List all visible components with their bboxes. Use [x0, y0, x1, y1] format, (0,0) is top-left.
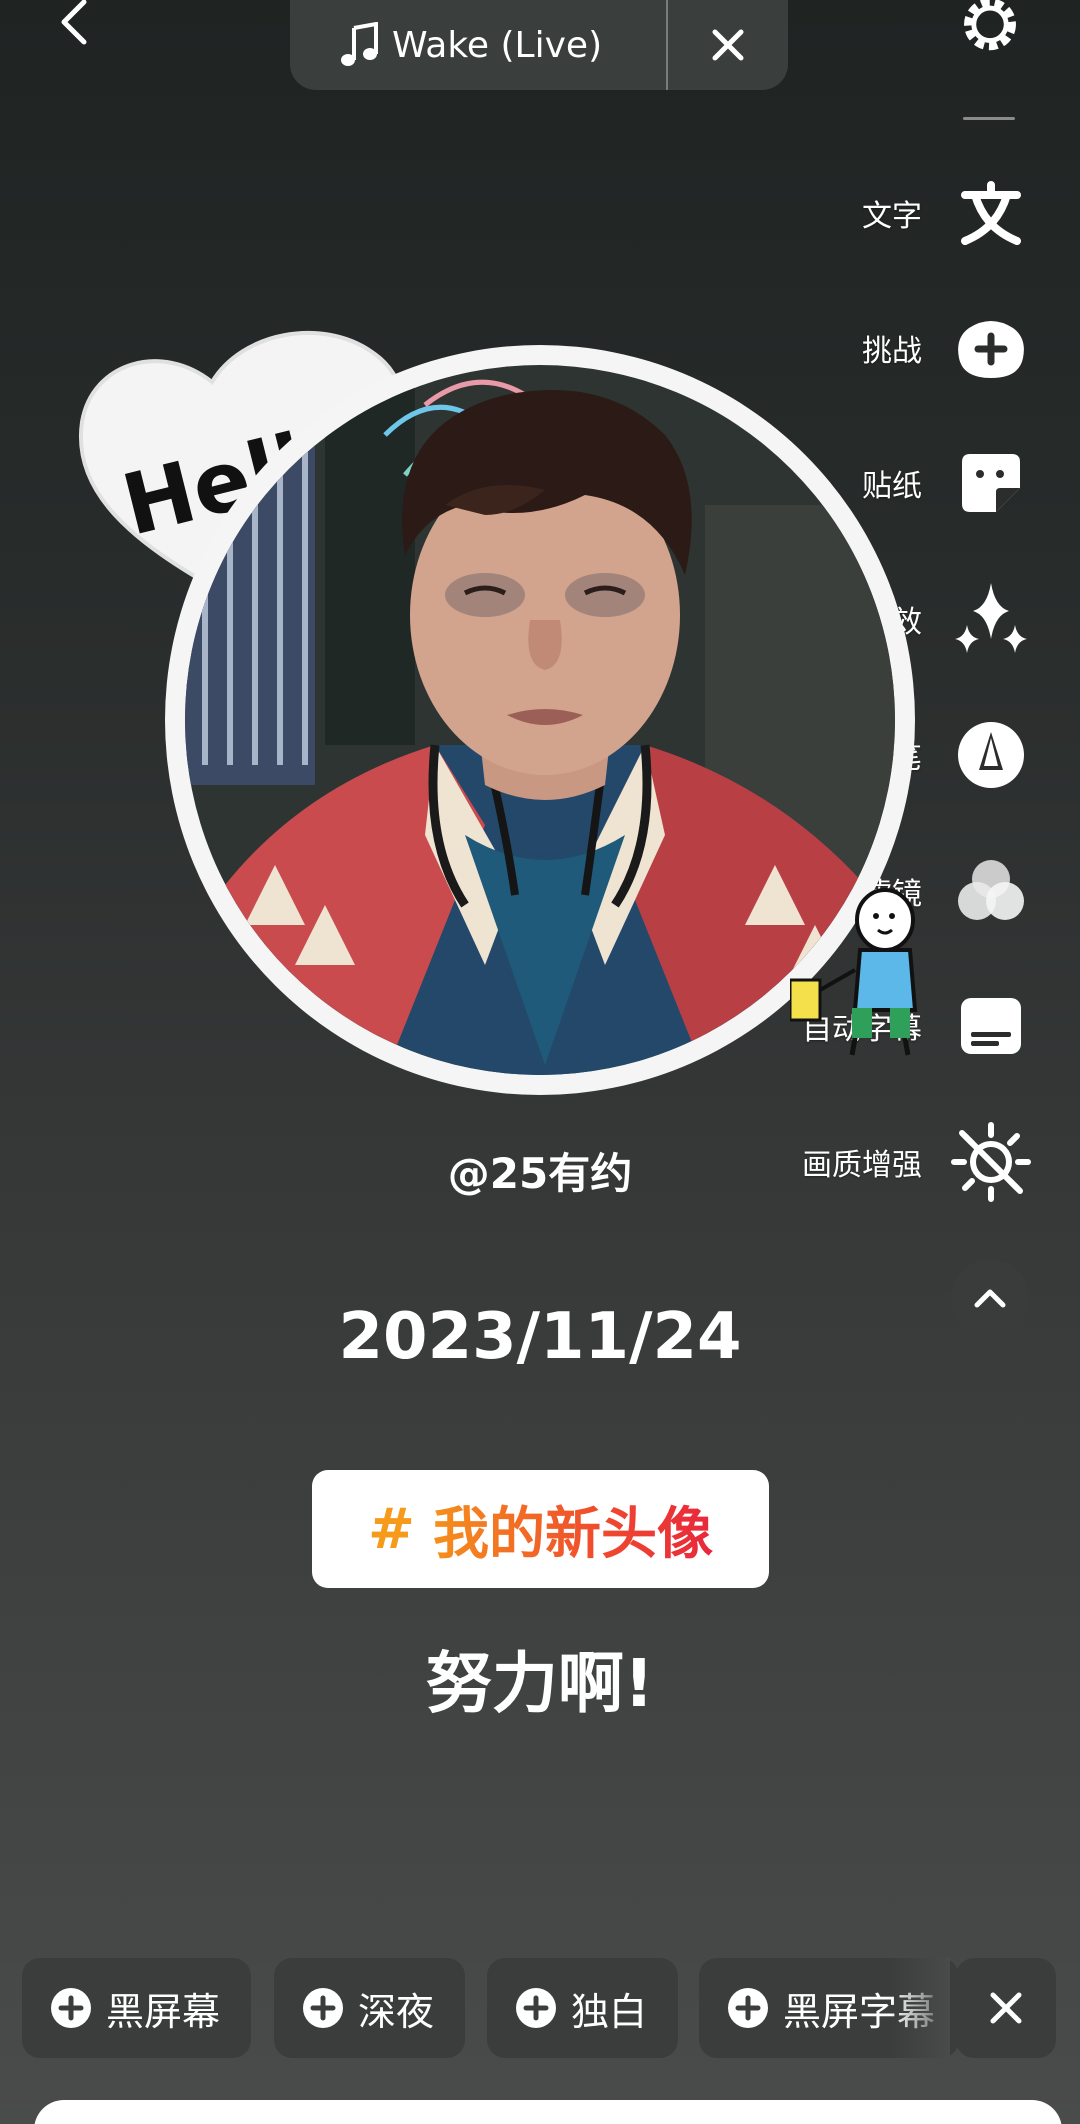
chip-monologue[interactable]: 独白: [487, 1958, 678, 2058]
chip-label: 独白: [571, 1989, 648, 2034]
remove-music-button[interactable]: [668, 0, 788, 90]
cartoon-sticker[interactable]: [788, 880, 930, 1060]
challenge-icon: [950, 307, 1032, 389]
chip-black-screen[interactable]: 黑屏幕: [22, 1958, 251, 2058]
music-selector: Wake (Live): [290, 0, 788, 90]
editor-screen: Wake (Live) 文字 挑战 贴纸 画质增强 Hello @25有约 20…: [0, 0, 1080, 2124]
music-note-icon: [341, 22, 378, 66]
hashtag-sticker[interactable]: # 我的新头像: [312, 1470, 769, 1588]
add-circle-icon: [303, 1988, 343, 2028]
brush-icon: [950, 714, 1032, 796]
chip-late-night[interactable]: 深夜: [274, 1958, 465, 2058]
text-icon: [950, 172, 1032, 254]
add-circle-icon: [516, 1988, 556, 2028]
tool-text[interactable]: 文字: [740, 168, 1080, 258]
username-text[interactable]: @25有约: [0, 1140, 1080, 1201]
music-title: Wake (Live): [392, 24, 603, 66]
date-text[interactable]: 2023/11/24: [0, 1300, 1080, 1374]
bottom-panel: [34, 2100, 1062, 2124]
tool-label: 文字: [862, 199, 922, 234]
settings-button[interactable]: [952, 0, 1028, 60]
filter-icon: [950, 850, 1032, 932]
close-icon: [990, 1992, 1022, 2024]
sparkle-icon: [950, 578, 1032, 660]
tool-challenge[interactable]: 挑战: [740, 303, 1080, 393]
hashtag-text: 我的新头像: [433, 1489, 713, 1570]
add-circle-icon: [51, 1988, 91, 2028]
chip-label: 黑屏幕: [106, 1989, 221, 2034]
tool-label: 贴纸: [862, 469, 922, 504]
back-button[interactable]: [44, 0, 104, 50]
close-icon: [712, 29, 744, 61]
sticker-icon: [950, 442, 1032, 524]
hashtag-symbol: #: [368, 1496, 415, 1562]
chip-label: 深夜: [358, 1989, 435, 2034]
tool-label: 挑战: [862, 334, 922, 369]
chip-row-fade: [890, 1958, 950, 2058]
auto-caption-icon: [950, 985, 1032, 1067]
add-circle-icon: [728, 1988, 768, 2028]
avatar-photo[interactable]: [185, 365, 895, 1075]
gear-icon: [964, 0, 1016, 51]
music-title-button[interactable]: Wake (Live): [290, 0, 666, 90]
tools-divider: [963, 117, 1015, 120]
caption-text[interactable]: 努力啊!: [0, 1630, 1080, 1726]
close-chips-button[interactable]: [956, 1958, 1056, 2058]
chevron-left-icon: [61, 0, 87, 45]
